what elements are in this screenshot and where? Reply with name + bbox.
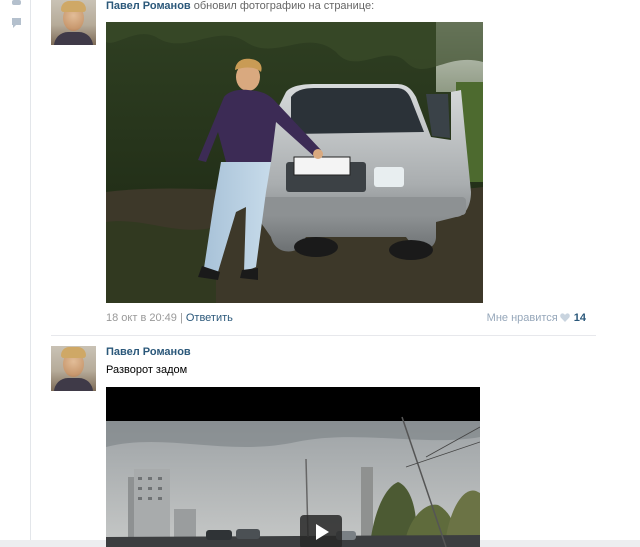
author-link[interactable]: Павел Романов xyxy=(106,346,191,358)
left-sidebar xyxy=(0,0,30,540)
play-icon[interactable] xyxy=(300,515,342,547)
post-header: Павел Романов обновил фотографию на стра… xyxy=(106,0,374,12)
avatar[interactable] xyxy=(51,0,96,45)
post-photo[interactable] xyxy=(106,22,483,303)
like-button[interactable]: Мне нравится 14 xyxy=(487,312,586,324)
meta-separator: | xyxy=(179,312,183,324)
right-margin xyxy=(603,0,640,540)
like-label: Мне нравится xyxy=(486,312,558,324)
avatar[interactable] xyxy=(51,346,96,391)
reply-link[interactable]: Ответить xyxy=(186,312,233,324)
video-thumbnail xyxy=(106,387,480,547)
heart-icon xyxy=(559,312,570,322)
wall-feed: Павел Романов обновил фотографию на стра… xyxy=(30,0,604,547)
post-date[interactable]: 18 окт в 20:49 xyxy=(106,312,177,324)
post-header: Павел Романов xyxy=(106,346,191,358)
video-player[interactable] xyxy=(106,387,480,547)
user-icon[interactable] xyxy=(11,0,22,8)
post-text: Разворот задом xyxy=(106,364,188,376)
photo-scene xyxy=(106,22,483,303)
like-count: 14 xyxy=(573,312,586,324)
post-action-text: обновил фотографию на странице: xyxy=(193,0,375,12)
author-link[interactable]: Павел Романов xyxy=(106,0,191,12)
post-meta: 18 окт в 20:49 | Ответить xyxy=(106,312,233,324)
wall-post: Павел Романов Разворот задом xyxy=(51,346,596,547)
post-divider xyxy=(51,335,596,336)
wall-post: Павел Романов обновил фотографию на стра… xyxy=(51,0,596,336)
comment-icon[interactable] xyxy=(11,17,22,29)
